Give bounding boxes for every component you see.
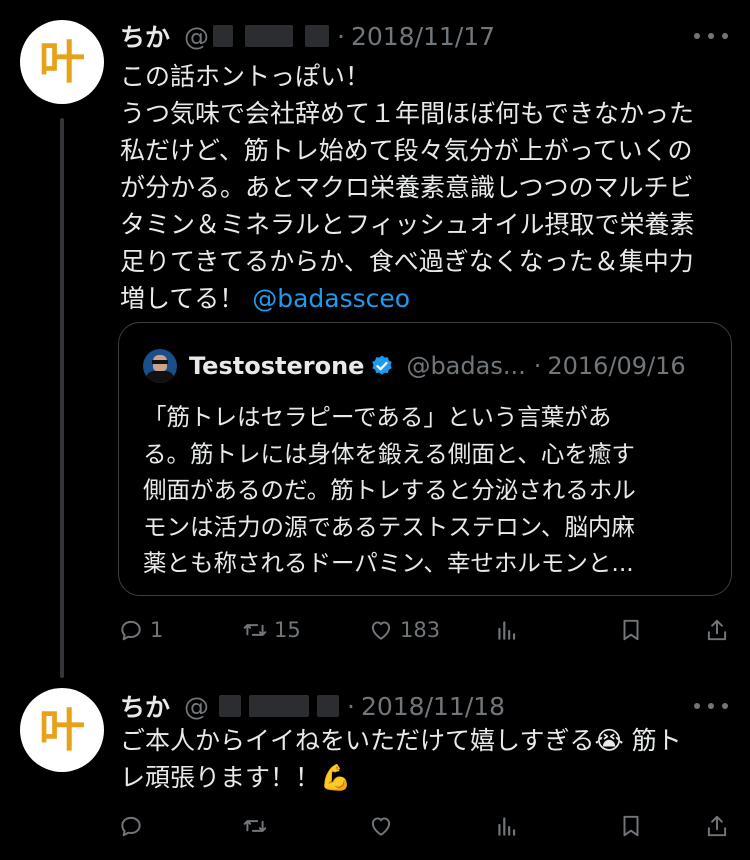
retweet-count: 15 [274, 618, 301, 642]
tweet-text: ご本人からイイねをいただけて嬉しすぎる😭 筋ト レ頑張ります！！💪 [120, 722, 730, 796]
redacted-handle [219, 695, 242, 717]
quoted-date: 2016/09/16 [547, 352, 686, 380]
verified-badge-icon [370, 354, 394, 378]
text-line: 私だけど、筋トレ始めて段々気分が上がっていくの [120, 136, 693, 165]
thread-line [60, 118, 64, 678]
reply-icon [121, 620, 141, 641]
reply-icon [121, 816, 141, 837]
tweet-header: ちか @ · 2018/11/17 [120, 18, 495, 54]
avatar[interactable]: 叶 [20, 688, 104, 772]
text-line: レ頑張ります！！💪 [120, 763, 352, 792]
reply-button[interactable] [118, 810, 144, 842]
quoted-text-line: 側面があるのだ。筋トレすると分泌されるホル [143, 476, 636, 504]
avatar[interactable]: 叶 [20, 20, 104, 104]
separator-dot: · [347, 691, 355, 721]
bookmark-icon [623, 619, 639, 641]
like-button[interactable] [368, 810, 394, 842]
avatar-glyph: 叶 [39, 703, 85, 757]
more-icon[interactable] [694, 22, 728, 50]
tweet-1[interactable]: 叶 ちか @ · 2018/11/17 この話ホントっぽい！ うつ気味で会社辞め… [0, 0, 750, 680]
share-button[interactable] [704, 810, 730, 842]
like-button[interactable]: 183 [368, 614, 440, 646]
quoted-author-handle: @badas... [406, 352, 526, 380]
redacted-handle [249, 695, 310, 717]
more-icon[interactable] [694, 692, 728, 720]
text-line: うつ気味で会社辞めて１年間ほぼ何もできなかった [120, 99, 695, 128]
like-icon [371, 621, 391, 640]
quoted-tweet-header: Testosterone @badas... · 2016/09/16 [143, 349, 686, 383]
like-icon [371, 817, 391, 836]
redacted-handle [245, 25, 294, 47]
text-line: 足りてきてるからか、食べ過ぎなくなった＆集中力 [120, 247, 694, 276]
views-icon [498, 817, 516, 836]
views-button[interactable] [494, 614, 520, 646]
separator-dot: · [533, 352, 542, 380]
quoted-text-line: 「筋トレはセラピーである」という言葉があ [143, 403, 612, 431]
retweet-icon [243, 624, 267, 636]
retweet-button[interactable] [242, 810, 268, 842]
views-icon [498, 621, 516, 640]
text-line-last: 増してる！ @badassceo [120, 280, 730, 317]
redacted-handle [317, 695, 340, 717]
author-name[interactable]: ちか [120, 18, 170, 54]
separator-dot: · [337, 21, 345, 51]
tweet-actions: 1 15 183 [118, 614, 730, 646]
tweet-date[interactable]: 2018/11/17 [351, 22, 495, 51]
tweet-header: ちか @ · 2018/11/18 [120, 688, 505, 724]
text-line: この話ホントっぽい！ [120, 62, 371, 91]
text-line: が分かる。あとマクロ栄養素意識しつつのマルチビ [120, 173, 694, 202]
avatar-glyph: 叶 [39, 35, 85, 89]
views-button[interactable] [494, 810, 520, 842]
redacted-handle [213, 25, 234, 47]
reply-button[interactable]: 1 [118, 614, 163, 646]
share-icon [707, 815, 727, 837]
tweet-actions [118, 810, 730, 842]
quoted-tweet-text: 「筋トレはセラピーである」という言葉があ る。筋トレには身体を鍛える側面と、心を… [143, 399, 713, 582]
text-line: タミン＆ミネラルとフィッシュオイル摂取で栄養素 [120, 210, 695, 239]
quoted-tweet[interactable]: Testosterone @badas... · 2016/09/16 「筋トレ… [118, 322, 732, 596]
text-line: 増してる！ [120, 284, 245, 313]
quoted-author-name: Testosterone [189, 352, 365, 380]
author-name[interactable]: ちか [120, 688, 170, 724]
tweet-date[interactable]: 2018/11/18 [361, 692, 505, 721]
quoted-text-line: 薬とも称されるドーパミン、幸せホルモンと... [143, 549, 634, 577]
text-line: ご本人からイイねをいただけて嬉しすぎる😭 筋ト [120, 726, 682, 755]
retweet-icon [243, 820, 267, 832]
tweet-text: この話ホントっぽい！ うつ気味で会社辞めて１年間ほぼ何もできなかった 私だけど、… [120, 58, 730, 317]
share-icon [707, 619, 727, 641]
quoted-avatar [143, 349, 177, 383]
redacted-handle [305, 25, 330, 47]
reply-count: 1 [150, 618, 164, 642]
quoted-text-line: モンは活力の源であるテストステロン、脳内麻 [143, 512, 635, 541]
quoted-text-line: る。筋トレには身体を鍛える側面と、心を癒す [143, 439, 635, 468]
share-button[interactable] [704, 614, 730, 646]
mention-link[interactable]: @badassceo [252, 284, 410, 313]
bookmark-button[interactable] [618, 810, 644, 842]
author-handle[interactable]: @ [184, 692, 209, 721]
bookmark-button[interactable] [618, 614, 644, 646]
author-handle[interactable]: @ [184, 22, 209, 51]
bookmark-icon [623, 815, 639, 837]
tweet-2[interactable]: 叶 ちか @ · 2018/11/18 ご本人からイイねをいただけて嬉しすぎる😭… [0, 670, 750, 860]
like-count: 183 [400, 618, 441, 642]
retweet-button[interactable]: 15 [242, 614, 301, 646]
